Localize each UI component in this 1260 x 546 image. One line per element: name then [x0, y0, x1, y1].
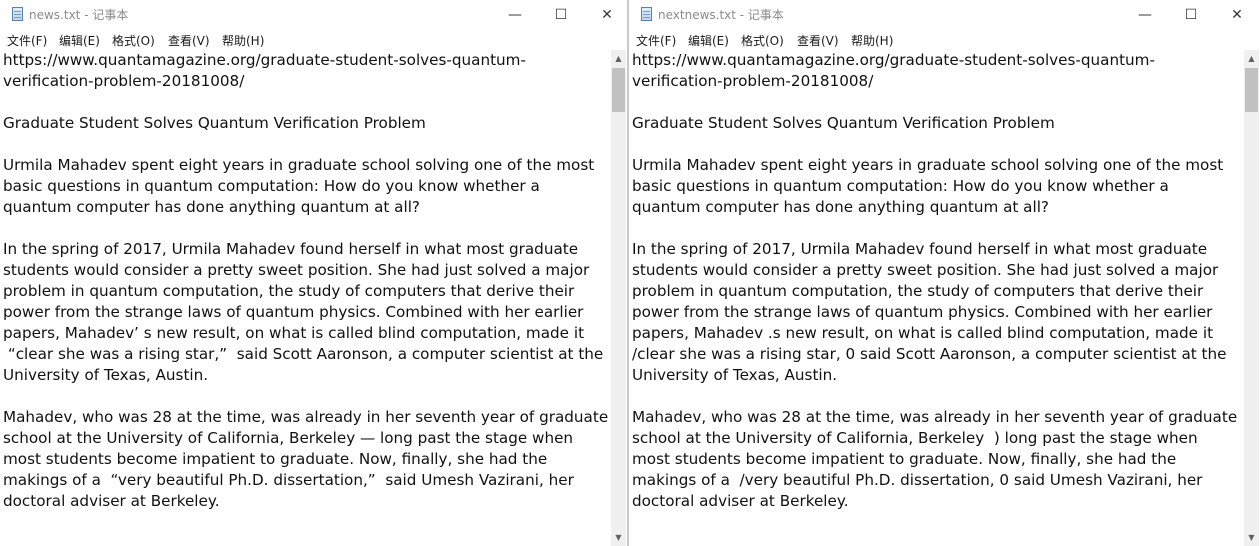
scrollbar-thumb[interactable] — [612, 68, 625, 112]
text-line: makings of a “very beautiful Ph.D. disse… — [3, 471, 574, 489]
scroll-up-arrow-icon[interactable]: ▲ — [1244, 50, 1259, 67]
close-button[interactable]: ✕ — [1214, 0, 1260, 29]
menu-file[interactable]: 文件(F) — [636, 32, 676, 49]
menu-help[interactable]: 帮助(H) — [851, 32, 893, 49]
text-line: school at the University of California, … — [3, 429, 574, 447]
notepad-window-news: news.txt - 记事本 — ☐ ✕ 文件(F) 编辑(E) 格式(O) 查… — [0, 0, 628, 546]
text-line: school at the University of California, … — [632, 429, 1198, 447]
notepad-window-nextnews: nextnews.txt - 记事本 — ☐ ✕ 文件(F) 编辑(E) 格式(… — [628, 0, 1260, 546]
text-line: basic questions in quantum computation: … — [3, 177, 540, 195]
maximize-button[interactable]: ☐ — [538, 0, 584, 29]
text-line: doctoral adviser at Berkeley. — [632, 492, 849, 510]
text-line: “clear she was a rising star,” said Scot… — [3, 345, 604, 363]
menu-help[interactable]: 帮助(H) — [222, 32, 264, 49]
title-bar[interactable]: nextnews.txt - 记事本 — ☐ ✕ — [629, 0, 1260, 29]
text-line: papers, Mahadev’ s new result, on what i… — [3, 324, 585, 342]
menu-bar: 文件(F) 编辑(E) 格式(O) 查看(V) 帮助(H) — [629, 29, 1260, 50]
scrollbar-thumb[interactable] — [1245, 68, 1258, 112]
close-button[interactable]: ✕ — [584, 0, 627, 29]
text-line: problem in quantum computation, the stud… — [632, 282, 1204, 300]
vertical-scrollbar[interactable]: ▲ ▼ — [1244, 50, 1259, 546]
text-editor[interactable]: https://www.quantamagazine.org/graduate-… — [629, 50, 1243, 546]
menu-format[interactable]: 格式(O) — [741, 32, 784, 49]
text-line: students would consider a pretty sweet p… — [632, 261, 1219, 279]
menu-view[interactable]: 查看(V) — [168, 32, 210, 49]
text-line: makings of a /very beautiful Ph.D. disse… — [632, 471, 1203, 489]
scroll-up-arrow-icon[interactable]: ▲ — [611, 50, 626, 67]
text-line: Urmila Mahadev spent eight years in grad… — [632, 156, 1224, 174]
text-line: In the spring of 2017, Urmila Mahadev fo… — [632, 240, 1208, 258]
text-line: doctoral adviser at Berkeley. — [3, 492, 220, 510]
window-title: news.txt - 记事本 — [29, 8, 129, 22]
notepad-icon — [12, 7, 23, 21]
text-line: problem in quantum computation, the stud… — [3, 282, 575, 300]
text-line: /clear she was a rising star, 0 said Sco… — [632, 345, 1227, 363]
text-line: University of Texas, Austin. — [3, 366, 209, 384]
text-line: basic questions in quantum computation: … — [632, 177, 1169, 195]
text-line: verification-problem-20181008/ — [3, 72, 245, 90]
text-line: power from the strange laws of quantum p… — [3, 303, 584, 321]
text-line: Graduate Student Solves Quantum Verifica… — [3, 114, 426, 132]
minimize-button[interactable]: — — [1122, 0, 1168, 29]
notepad-icon — [641, 7, 652, 21]
text-line: verification-problem-20181008/ — [632, 72, 874, 90]
text-line: Graduate Student Solves Quantum Verifica… — [632, 114, 1055, 132]
window-title: nextnews.txt - 记事本 — [658, 8, 784, 22]
text-line: papers, Mahadev .s new result, on what i… — [632, 324, 1214, 342]
menu-edit[interactable]: 编辑(E) — [688, 32, 729, 49]
text-line: students would consider a pretty sweet p… — [3, 261, 590, 279]
menu-file[interactable]: 文件(F) — [7, 32, 47, 49]
maximize-button[interactable]: ☐ — [1168, 0, 1214, 29]
text-line: Urmila Mahadev spent eight years in grad… — [3, 156, 595, 174]
menu-edit[interactable]: 编辑(E) — [59, 32, 100, 49]
menu-bar: 文件(F) 编辑(E) 格式(O) 查看(V) 帮助(H) — [0, 29, 627, 50]
text-line: quantum computer has done anything quant… — [632, 198, 1049, 216]
menu-format[interactable]: 格式(O) — [112, 32, 155, 49]
menu-view[interactable]: 查看(V) — [797, 32, 839, 49]
text-line: In the spring of 2017, Urmila Mahadev fo… — [3, 240, 579, 258]
text-editor[interactable]: https://www.quantamagazine.org/graduate-… — [0, 50, 611, 546]
text-line: most students become impatient to gradua… — [3, 450, 548, 468]
scroll-down-arrow-icon[interactable]: ▼ — [1244, 529, 1259, 546]
text-line: Mahadev, who was 28 at the time, was alr… — [3, 408, 609, 426]
vertical-scrollbar[interactable]: ▲ ▼ — [611, 50, 626, 546]
text-line: University of Texas, Austin. — [632, 366, 838, 384]
text-line: https://www.quantamagazine.org/graduate-… — [3, 51, 526, 69]
title-bar[interactable]: news.txt - 记事本 — ☐ ✕ — [0, 0, 627, 29]
text-line: https://www.quantamagazine.org/graduate-… — [632, 51, 1155, 69]
text-line: power from the strange laws of quantum p… — [632, 303, 1213, 321]
minimize-button[interactable]: — — [492, 0, 538, 29]
text-line: quantum computer has done anything quant… — [3, 198, 420, 216]
scroll-down-arrow-icon[interactable]: ▼ — [611, 529, 626, 546]
text-line: Mahadev, who was 28 at the time, was alr… — [632, 408, 1238, 426]
text-line: most students become impatient to gradua… — [632, 450, 1177, 468]
